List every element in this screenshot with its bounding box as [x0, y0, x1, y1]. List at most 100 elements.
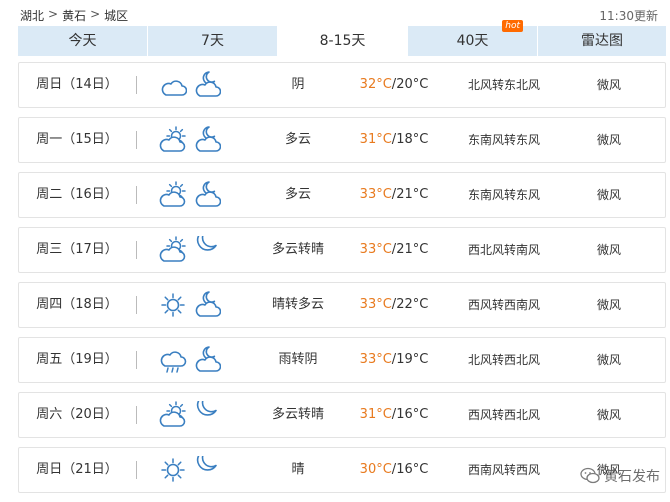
- wind-direction: 北风转东北风: [467, 78, 540, 92]
- wind-direction: 西风转西南风: [467, 298, 540, 312]
- forecast-row: 周日（14日） 阴 32°C/20°C 北风转东北风 微风: [18, 62, 666, 108]
- weather-description: 阴: [291, 77, 305, 92]
- high-temp: 32°C: [359, 77, 392, 92]
- forecast-date: 周一（15日）: [36, 132, 118, 147]
- watermark-text: 黄石发布: [604, 469, 660, 485]
- low-temp: 18°C: [396, 132, 429, 147]
- weather-icons: [159, 126, 222, 154]
- tab-radar[interactable]: 雷达图: [538, 26, 666, 56]
- wind-direction: 西北风转南风: [467, 243, 540, 257]
- wind-level: 微风: [596, 298, 621, 312]
- forecast-date: 周日（14日）: [36, 77, 118, 92]
- temperature: 32°C/20°C: [349, 63, 439, 107]
- partly-cloudy-icon: [159, 236, 187, 264]
- forecast-date: 周二（16日）: [36, 187, 118, 202]
- forecast-row: 周五（19日） 雨转阴 33°C/19°C 北风转西北风 微风: [18, 337, 666, 383]
- temperature: 33°C/21°C: [349, 173, 439, 217]
- tab-label: 40天: [456, 33, 489, 49]
- breadcrumb: 湖北 > 黄石 > 城区: [20, 7, 128, 24]
- forecast-date: 周三（17日）: [36, 242, 118, 257]
- tab-7-days[interactable]: 7天: [148, 26, 278, 56]
- weather-description: 晴转多云: [271, 297, 324, 312]
- forecast-date: 周日（21日）: [36, 462, 118, 477]
- breadcrumb-separator: >: [48, 7, 59, 21]
- forecast-row: 周一（15日） 多云 31°C/18°C 东南风转东风 微风: [18, 117, 666, 163]
- wind-level: 微风: [596, 78, 621, 92]
- forecast-row: 周四（18日） 晴转多云 33°C/22°C 西风转西南风 微风: [18, 282, 666, 328]
- temperature: 31°C/18°C: [349, 118, 439, 162]
- partly-cloudy-icon: [159, 401, 187, 429]
- divider: [136, 186, 137, 204]
- high-temp: 31°C: [359, 407, 392, 422]
- weather-icons: [159, 449, 221, 484]
- moon-icon: [193, 229, 221, 264]
- temperature: 33°C/19°C: [349, 338, 439, 382]
- divider: [136, 351, 137, 369]
- partly-cloudy-night-icon: [193, 346, 222, 374]
- sun-icon: [159, 456, 187, 484]
- tab-label: 雷达图: [581, 33, 623, 49]
- divider: [136, 241, 137, 259]
- wind-direction: 北风转西北风: [467, 353, 540, 367]
- breadcrumb-province[interactable]: 湖北: [20, 7, 44, 24]
- hot-badge: hot: [502, 20, 523, 32]
- update-time: 11:30更新: [599, 9, 658, 23]
- tab-label: 7天: [201, 33, 224, 49]
- wind-direction: 西南风转西风: [467, 463, 540, 477]
- forecast-row: 周六（20日） 多云转晴 31°C/16°C 西风转西北风 微风: [18, 392, 666, 438]
- forecast-tabs: 今天 7天 8-15天 40天 hot 雷达图: [18, 20, 666, 56]
- forecast-date: 周六（20日）: [36, 407, 118, 422]
- partly-cloudy-night-icon: [193, 126, 222, 154]
- weather-description: 多云: [284, 187, 311, 202]
- high-temp: 33°C: [359, 242, 392, 257]
- wind-direction: 东南风转东风: [467, 188, 540, 202]
- weather-description: 多云: [284, 132, 311, 147]
- high-temp: 31°C: [359, 132, 392, 147]
- divider: [136, 131, 137, 149]
- rain-cloud-icon: [159, 346, 187, 374]
- temperature: 33°C/22°C: [349, 283, 439, 327]
- partly-cloudy-night-icon: [193, 181, 222, 209]
- cloudy-icon: [159, 71, 188, 99]
- weather-icons: [159, 346, 222, 374]
- forecast-row: 周三（17日） 多云转晴 33°C/21°C 西北风转南风 微风: [18, 227, 666, 273]
- tab-40-days[interactable]: 40天 hot: [408, 20, 538, 56]
- high-temp: 33°C: [359, 352, 392, 367]
- breadcrumb-district: 城区: [104, 9, 129, 23]
- divider: [136, 406, 137, 424]
- temperature: 33°C/21°C: [349, 228, 439, 272]
- tab-8-15-days[interactable]: 8-15天: [278, 26, 408, 56]
- tab-today[interactable]: 今天: [18, 26, 148, 56]
- forecast-list: 周日（14日） 阴 32°C/20°C 北风转东北风 微风 周一（15日） 多云…: [18, 62, 666, 502]
- weather-icons: [159, 229, 221, 264]
- forecast-date: 周四（18日）: [36, 297, 118, 312]
- weather-icons: [159, 181, 222, 209]
- low-temp: 16°C: [396, 462, 429, 477]
- temperature: 30°C/16°C: [349, 448, 439, 492]
- weather-icons: [159, 71, 222, 99]
- sun-icon: [159, 291, 187, 319]
- tab-label: 8-15天: [319, 33, 366, 49]
- wind-direction: 东南风转东风: [467, 133, 540, 147]
- partly-cloudy-night-icon: [193, 291, 222, 319]
- low-temp: 21°C: [396, 187, 429, 202]
- wind-level: 微风: [596, 408, 621, 422]
- breadcrumb-city[interactable]: 黄石: [62, 7, 86, 24]
- low-temp: 21°C: [396, 242, 429, 257]
- forecast-date: 周五（19日）: [36, 352, 118, 367]
- moon-icon: [193, 449, 221, 484]
- top-bar: 湖北 > 黄石 > 城区 11:30更新: [0, 0, 670, 26]
- weather-description: 雨转阴: [278, 352, 318, 367]
- forecast-row: 周二（16日） 多云 33°C/21°C 东南风转东风 微风: [18, 172, 666, 218]
- high-temp: 33°C: [359, 187, 392, 202]
- tab-label: 今天: [68, 33, 97, 49]
- divider: [136, 76, 137, 94]
- weather-icons: [159, 394, 221, 429]
- breadcrumb-separator: >: [90, 7, 101, 21]
- forecast-row: 周日（21日） 晴 30°C/16°C 西南风转西风 微风: [18, 447, 666, 493]
- high-temp: 33°C: [359, 297, 392, 312]
- wechat-icon: [580, 467, 600, 484]
- partly-cloudy-icon: [159, 126, 187, 154]
- low-temp: 22°C: [396, 297, 429, 312]
- weather-description: 多云转晴: [271, 407, 324, 422]
